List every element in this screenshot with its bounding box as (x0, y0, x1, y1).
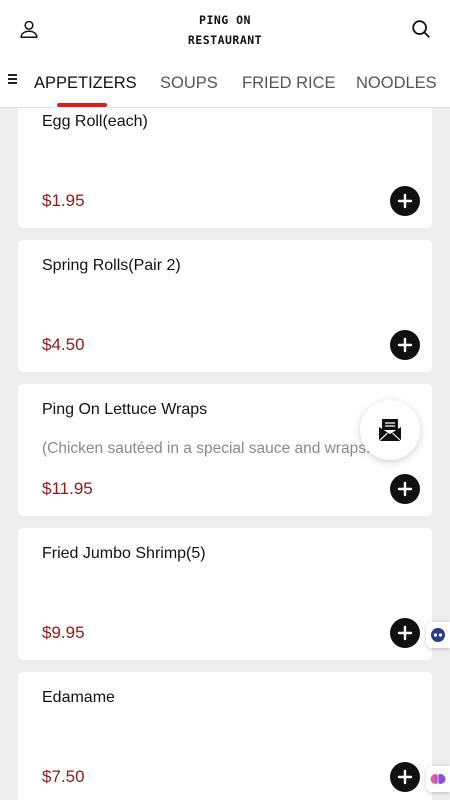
menu-item-name: Egg Roll(each) (42, 113, 148, 130)
menu-item-card[interactable]: Fried Jumbo Shrimp(5) $9.95 (18, 528, 432, 660)
envelope-open-icon (378, 419, 402, 442)
add-to-cart-button[interactable] (390, 474, 420, 504)
plus-icon (397, 625, 413, 641)
tab-fried-rice[interactable]: FRIED RICE (242, 74, 336, 93)
menu-item-price: $1.95 (42, 191, 85, 210)
menu-item-card[interactable]: Spring Rolls(Pair 2) $4.50 (18, 240, 432, 372)
add-to-cart-button[interactable] (390, 186, 420, 216)
menu-item-name: Ping On Lettuce Wraps (42, 401, 208, 418)
brain-icon (430, 774, 446, 784)
menu-item-price: $4.50 (42, 335, 85, 354)
assistant-face-icon (431, 628, 445, 642)
tab-noodles[interactable]: NOODLES (356, 74, 437, 93)
plus-icon (397, 481, 413, 497)
add-to-cart-button[interactable] (390, 618, 420, 648)
active-tab-indicator (57, 103, 107, 107)
menu-item-price: $7.50 (42, 767, 85, 786)
plus-icon (397, 193, 413, 209)
menu-item-card[interactable]: Edamame $7.50 (18, 672, 432, 800)
assistant-widget-button[interactable] (426, 622, 450, 648)
hamburger-menu-icon[interactable] (8, 74, 20, 88)
tab-appetizers[interactable]: APPETIZERS (34, 74, 137, 93)
title-line-1: PING ON (199, 13, 251, 27)
menu-item-name: Edamame (42, 689, 115, 706)
menu-item-price: $11.95 (42, 479, 93, 498)
app-header: PING ON RESTAURANT (0, 0, 450, 58)
menu-item-price: $9.95 (42, 623, 85, 642)
category-tabs: APPETIZERS SOUPS FRIED RICE NOODLES (0, 58, 450, 108)
plus-icon (397, 769, 413, 785)
menu-item-card[interactable]: Egg Roll(each) $1.95 (18, 108, 432, 228)
add-to-cart-button[interactable] (390, 330, 420, 360)
plus-icon (397, 337, 413, 353)
menu-item-name: Fried Jumbo Shrimp(5) (42, 545, 206, 562)
brain-widget-button[interactable] (426, 766, 450, 792)
add-to-cart-button[interactable] (390, 762, 420, 792)
search-button[interactable] (406, 14, 436, 44)
restaurant-title: PING ON RESTAURANT (0, 10, 450, 50)
tab-soups[interactable]: SOUPS (160, 74, 218, 93)
contact-fab-button[interactable] (360, 400, 420, 460)
search-icon (412, 20, 430, 38)
title-line-2: RESTAURANT (187, 33, 263, 47)
menu-item-name: Spring Rolls(Pair 2) (42, 257, 181, 274)
